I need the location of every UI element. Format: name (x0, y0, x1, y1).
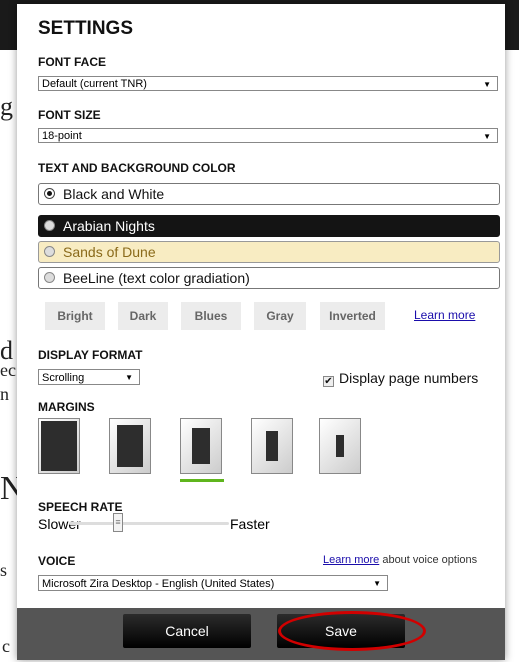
save-highlight-circle (278, 611, 426, 651)
margin-preview-icon (192, 428, 210, 464)
background-text-fragment: s (0, 560, 8, 580)
margin-option-medium[interactable] (180, 418, 222, 474)
color-option-label: BeeLine (text color gradiation) (63, 270, 250, 286)
margin-preview-icon (117, 425, 143, 467)
background-text-fragment: c (2, 636, 10, 656)
preset-bright-button[interactable]: Bright (45, 302, 105, 330)
font-face-select[interactable]: Default (current TNR) ▼ (38, 76, 498, 91)
dropdown-arrow-icon: ▼ (125, 373, 133, 382)
preset-blues-button[interactable]: Blues (181, 302, 241, 330)
speech-rate-track[interactable] (69, 522, 229, 525)
dialog-title: SETTINGS (38, 18, 134, 39)
radio-icon (44, 272, 55, 283)
margin-preview-icon (336, 435, 344, 457)
display-format-select[interactable]: Scrolling ▼ (38, 369, 140, 385)
font-size-select[interactable]: 18-point ▼ (38, 128, 498, 143)
font-face-value: Default (current TNR) (42, 78, 147, 90)
voice-learn-more-link[interactable]: Learn more (323, 554, 379, 566)
color-option-label: Black and White (63, 186, 165, 202)
color-learn-more-link[interactable]: Learn more (414, 308, 475, 322)
settings-dialog: SETTINGS FONT FACE Default (current TNR)… (17, 4, 505, 660)
voice-options-info: Learn more about voice options (323, 554, 477, 566)
radio-icon (44, 220, 55, 231)
voice-value: Microsoft Zira Desktop - English (United… (42, 578, 275, 590)
speech-rate-label: SPEECH RATE (38, 500, 123, 514)
margin-option-small[interactable] (109, 418, 151, 474)
cancel-button[interactable]: Cancel (123, 614, 251, 648)
color-option-label: Sands of Dune (63, 244, 156, 260)
margin-preview-icon (266, 431, 278, 461)
font-size-value: 18-point (42, 130, 82, 142)
color-option-arabian-nights[interactable]: Arabian Nights (38, 215, 500, 237)
color-option-beeline[interactable]: BeeLine (text color gradiation) (38, 267, 500, 289)
display-page-numbers-label: Display page numbers (339, 370, 479, 386)
color-option-sands-of-dune[interactable]: Sands of Dune (38, 241, 500, 263)
background-text-fragment: ec (0, 360, 16, 380)
voice-options-text: about voice options (382, 554, 478, 566)
radio-icon (44, 246, 55, 257)
color-option-black-and-white[interactable]: Black and White (38, 183, 500, 205)
margin-option-large[interactable] (251, 418, 293, 474)
font-face-label: FONT FACE (38, 55, 106, 69)
background-text-fragment: g (0, 92, 13, 121)
display-format-value: Scrolling (42, 372, 85, 384)
display-format-label: DISPLAY FORMAT (38, 348, 143, 362)
checkbox-checked-icon[interactable]: ✔ (323, 376, 334, 387)
margin-option-none[interactable] (38, 418, 80, 474)
voice-label: VOICE (38, 554, 76, 568)
font-size-label: FONT SIZE (38, 108, 101, 122)
radio-selected-icon (44, 188, 55, 199)
dropdown-arrow-icon: ▼ (483, 132, 491, 141)
color-label: TEXT AND BACKGROUND COLOR (38, 161, 236, 175)
background-text-fragment: n (0, 384, 9, 404)
margins-label: MARGINS (38, 400, 95, 414)
dropdown-arrow-icon: ▼ (483, 80, 491, 89)
preset-gray-button[interactable]: Gray (254, 302, 306, 330)
display-page-numbers-row[interactable]: ✔ Display page numbers (323, 370, 478, 387)
dialog-footer (17, 608, 505, 660)
preset-inverted-button[interactable]: Inverted (320, 302, 385, 330)
speech-rate-handle[interactable]: ≡ (113, 513, 123, 532)
faster-label: Faster (230, 516, 270, 532)
color-option-label: Arabian Nights (63, 218, 155, 234)
dropdown-arrow-icon: ▼ (373, 579, 381, 588)
preset-dark-button[interactable]: Dark (118, 302, 168, 330)
selected-margin-indicator (180, 479, 224, 482)
margin-option-extra-large[interactable] (319, 418, 361, 474)
margin-preview-icon (41, 421, 77, 471)
voice-select[interactable]: Microsoft Zira Desktop - English (United… (38, 575, 388, 591)
